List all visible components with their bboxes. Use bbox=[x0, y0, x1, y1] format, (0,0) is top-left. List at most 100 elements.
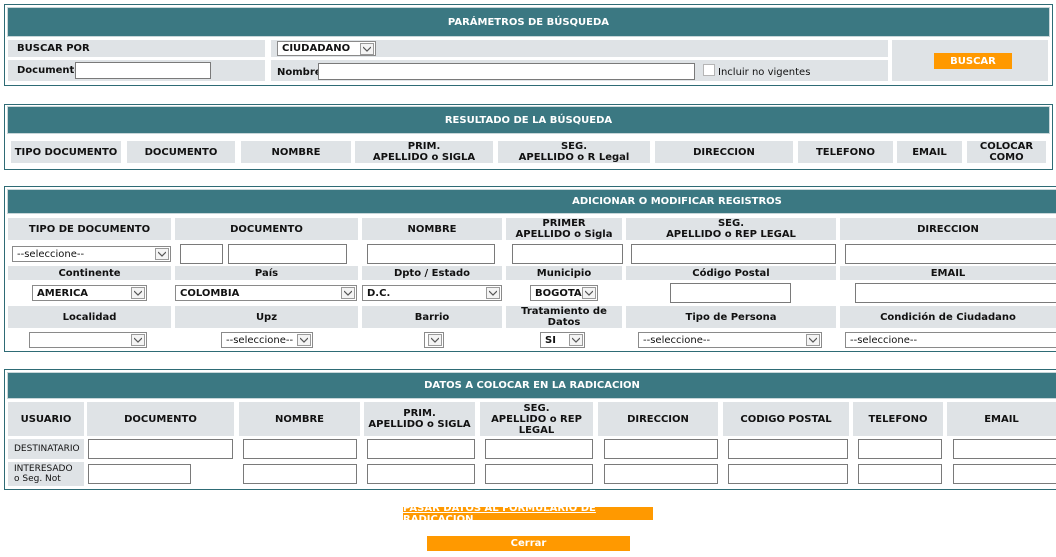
incluir-label: Incluir no vigentes bbox=[718, 67, 811, 78]
col-documento: DOCUMENTO bbox=[175, 218, 358, 240]
col-email: EMAIL bbox=[840, 266, 1056, 280]
tipo-persona-select[interactable]: --seleccione-- bbox=[638, 332, 822, 348]
col-tipo-persona: Tipo de Persona bbox=[626, 306, 836, 328]
col-primer-apellido: PRIMER APELLIDO o Sigla bbox=[506, 218, 622, 240]
int-codigo-postal-input[interactable] bbox=[728, 464, 848, 484]
search-title: PARÁMETROS DE BÚSQUEDA bbox=[7, 7, 1050, 37]
tipo-persona-value: --seleccione-- bbox=[643, 334, 711, 346]
municipio-value: BOGOTA bbox=[535, 287, 582, 299]
results-col-colocar-como: COLOCAR COMO bbox=[967, 141, 1046, 163]
condicion-value: --seleccione-- bbox=[850, 334, 918, 346]
continente-value: AMERICA bbox=[37, 287, 89, 299]
register-title: ADICIONAR O MODIFICAR REGISTROS bbox=[7, 189, 1056, 214]
dest-seg-apellido-input[interactable] bbox=[485, 439, 593, 459]
rad-col-codigo-postal: CODIGO POSTAL bbox=[723, 402, 849, 436]
int-direccion-input[interactable] bbox=[604, 464, 718, 484]
int-seg-apellido-input[interactable] bbox=[485, 464, 593, 484]
chevron-down-icon bbox=[806, 334, 820, 346]
int-prim-apellido-input[interactable] bbox=[367, 464, 475, 484]
nombre-field[interactable] bbox=[367, 244, 495, 264]
dest-email-input[interactable] bbox=[953, 439, 1056, 459]
dpto-select[interactable]: D.C. bbox=[362, 285, 502, 301]
rad-col-email: EMAIL bbox=[947, 402, 1056, 436]
incluir-no-vigentes-checkbox[interactable] bbox=[703, 64, 715, 76]
condicion-select[interactable]: --seleccione-- bbox=[845, 332, 1056, 348]
chevron-down-icon bbox=[428, 334, 442, 346]
row-destinatario-label: DESTINATARIO bbox=[8, 439, 84, 459]
rad-col-nombre: NOMBRE bbox=[239, 402, 360, 436]
radicacion-title: DATOS A COLOCAR EN LA RADICACION bbox=[7, 372, 1056, 399]
cerrar-button[interactable]: Cerrar bbox=[427, 536, 630, 551]
results-col-nombre: NOMBRE bbox=[241, 141, 351, 163]
chevron-down-icon bbox=[569, 334, 583, 346]
col-tipo-documento: TIPO DE DOCUMENTO bbox=[8, 218, 171, 240]
dest-telefono-input[interactable] bbox=[858, 439, 942, 459]
results-col-prim-apellido: PRIM. APELLIDO o SIGLA bbox=[355, 141, 493, 163]
upz-select[interactable]: --seleccione-- bbox=[221, 332, 313, 348]
documento-numero-input[interactable] bbox=[228, 244, 347, 264]
dpto-value: D.C. bbox=[367, 287, 391, 299]
col-nombre: NOMBRE bbox=[362, 218, 502, 240]
localidad-select[interactable] bbox=[29, 332, 147, 348]
municipio-select[interactable]: BOGOTA bbox=[530, 285, 598, 301]
dest-documento-input[interactable] bbox=[88, 439, 233, 459]
col-continente: Continente bbox=[8, 266, 171, 280]
dest-prim-apellido-input[interactable] bbox=[367, 439, 475, 459]
rad-col-direccion: DIRECCION bbox=[598, 402, 718, 436]
buscar-por-select[interactable]: CIUDADANO bbox=[277, 41, 376, 56]
buscar-por-label: BUSCAR POR bbox=[8, 40, 265, 57]
col-upz: Upz bbox=[175, 306, 358, 328]
dest-nombre-input[interactable] bbox=[243, 439, 357, 459]
barrio-select[interactable] bbox=[424, 332, 444, 348]
rad-col-documento: DOCUMENTO bbox=[87, 402, 234, 436]
results-col-direccion: DIRECCION bbox=[655, 141, 793, 163]
tipo-documento-value: --seleccione-- bbox=[17, 248, 85, 260]
direccion-field[interactable] bbox=[845, 244, 1056, 264]
tratamiento-select[interactable]: SI bbox=[540, 332, 585, 348]
chevron-down-icon bbox=[341, 287, 355, 299]
col-direccion: DIRECCION bbox=[840, 218, 1056, 240]
chevron-down-icon bbox=[155, 248, 169, 260]
rad-col-prim-apellido: PRIM. APELLIDO o SIGLA bbox=[364, 402, 475, 436]
col-municipio: Municipio bbox=[506, 266, 622, 280]
int-telefono-input[interactable] bbox=[858, 464, 942, 484]
codigo-postal-field[interactable] bbox=[670, 283, 791, 303]
col-pais: País bbox=[175, 266, 358, 280]
chevron-down-icon bbox=[131, 287, 145, 299]
continente-select[interactable]: AMERICA bbox=[32, 285, 147, 301]
primer-apellido-field[interactable] bbox=[512, 244, 623, 264]
results-col-email: EMAIL bbox=[897, 141, 962, 163]
tipo-documento-select[interactable]: --seleccione-- bbox=[12, 246, 171, 262]
seg-apellido-field[interactable] bbox=[631, 244, 836, 264]
int-email-input[interactable] bbox=[953, 464, 1056, 484]
results-col-seg-apellido: SEG. APELLIDO o R Legal bbox=[498, 141, 650, 163]
results-title: RESULTADO DE LA BÚSQUEDA bbox=[7, 106, 1050, 134]
pais-value: COLOMBIA bbox=[180, 287, 240, 299]
dest-direccion-input[interactable] bbox=[604, 439, 718, 459]
col-localidad: Localidad bbox=[8, 306, 171, 328]
buscar-por-value: CIUDADANO bbox=[282, 43, 351, 54]
nombre-input[interactable] bbox=[318, 63, 695, 80]
pais-select[interactable]: COLOMBIA bbox=[175, 285, 357, 301]
buscar-button[interactable]: BUSCAR bbox=[934, 53, 1012, 69]
results-col-tipo-documento: TIPO DOCUMENTO bbox=[11, 141, 121, 163]
results-col-documento: DOCUMENTO bbox=[127, 141, 235, 163]
pasar-datos-link[interactable]: PASAR DATOS AL FORMULARIO DE RADICACION bbox=[403, 503, 653, 525]
int-nombre-input[interactable] bbox=[243, 464, 357, 484]
col-seg-apellido: SEG. APELLIDO o REP LEGAL bbox=[626, 218, 836, 240]
documento-input[interactable] bbox=[75, 62, 211, 79]
results-col-telefono: TELEFONO bbox=[798, 141, 893, 163]
email-field[interactable] bbox=[855, 283, 1056, 303]
dest-codigo-postal-input[interactable] bbox=[728, 439, 848, 459]
upz-value: --seleccione-- bbox=[226, 334, 294, 346]
rad-col-usuario: USUARIO bbox=[8, 402, 84, 436]
col-tratamiento-datos: Tratamiento de Datos bbox=[506, 306, 622, 328]
chevron-down-icon bbox=[360, 43, 374, 55]
chevron-down-icon bbox=[131, 334, 145, 346]
documento-tipo-input[interactable] bbox=[180, 244, 223, 264]
rad-col-seg-apellido: SEG. APELLIDO o REP LEGAL bbox=[480, 402, 593, 436]
nombre-label: Nombre bbox=[277, 67, 322, 78]
int-documento-input[interactable] bbox=[88, 464, 191, 484]
col-barrio: Barrio bbox=[362, 306, 502, 328]
row-interesado-label: INTERESADO o Seg. Not bbox=[8, 462, 84, 486]
